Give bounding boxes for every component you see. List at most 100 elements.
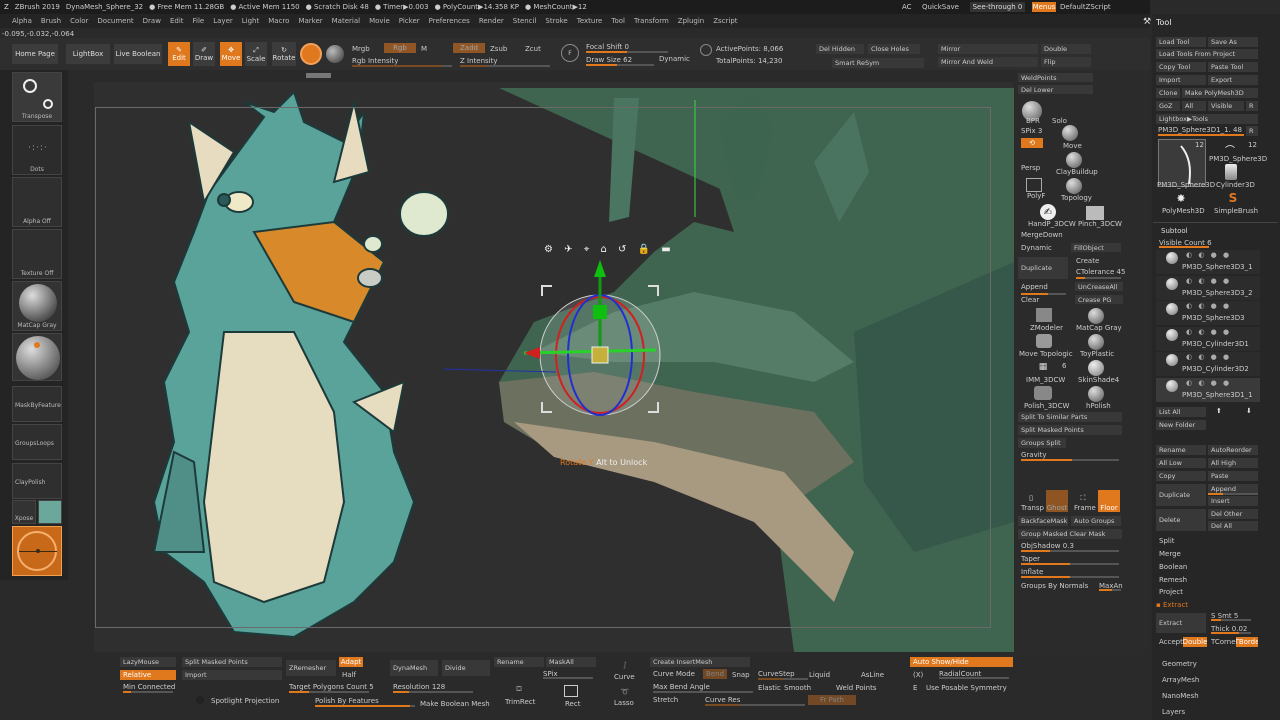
- frame-icon[interactable]: ⛶: [1074, 492, 1092, 504]
- dynamic-button[interactable]: Dynamic: [659, 55, 690, 63]
- edit-button[interactable]: ✎ Edit: [168, 42, 190, 66]
- goz-r-button[interactable]: R: [1246, 101, 1258, 111]
- lazymouse-button[interactable]: LazyMouse: [120, 657, 176, 667]
- xpose-button[interactable]: Xpose: [12, 500, 36, 524]
- menus-button[interactable]: Menus: [1032, 2, 1056, 12]
- polish-by-features-track[interactable]: [315, 705, 415, 707]
- focal-shift-icon[interactable]: F: [561, 44, 579, 62]
- extract-double-button[interactable]: Double: [1183, 637, 1207, 647]
- solo-button[interactable]: Solo: [1052, 117, 1067, 125]
- toolbar-scroll-handle[interactable]: [306, 73, 331, 78]
- menu-tool[interactable]: Tool: [611, 17, 625, 25]
- brush-sphere-icon[interactable]: [300, 43, 322, 65]
- claybuildup-icon[interactable]: [1066, 152, 1082, 168]
- m-button[interactable]: M: [421, 45, 427, 53]
- smooth-button[interactable]: Smooth: [784, 684, 811, 692]
- goz-all-button[interactable]: All: [1182, 101, 1206, 111]
- zadd-button[interactable]: Zadd: [453, 43, 485, 53]
- menu-macro[interactable]: Macro: [268, 17, 289, 25]
- gravity-track[interactable]: [1021, 459, 1119, 461]
- subtool-row[interactable]: ◐ ◐ ● ● PM3D_Sphere3D3_2: [1156, 275, 1260, 300]
- menu-preferences[interactable]: Preferences: [429, 17, 470, 25]
- menu-zplugin[interactable]: Zplugin: [678, 17, 704, 25]
- close-holes-button[interactable]: Close Holes: [868, 44, 920, 54]
- menu-zscript[interactable]: Zscript: [713, 17, 737, 25]
- curvestep-slider[interactable]: CurveStep: [758, 670, 795, 678]
- mrgb-button[interactable]: Mrgb: [352, 45, 370, 53]
- rgb-intensity-track[interactable]: [352, 65, 452, 67]
- double-button[interactable]: Double: [1041, 44, 1091, 54]
- import-bottom-button[interactable]: Import: [182, 670, 282, 680]
- matcap-gray-icon[interactable]: [1088, 308, 1104, 324]
- fillobject-button[interactable]: FillObject: [1071, 243, 1121, 252]
- uncreaseall-button[interactable]: UnCreaseAll: [1075, 282, 1123, 291]
- split-masked-points-button[interactable]: Split Masked Points: [1018, 425, 1122, 435]
- z-intensity-track[interactable]: [460, 65, 550, 67]
- clear-button[interactable]: Clear: [1021, 296, 1039, 304]
- draw-size-track[interactable]: [586, 64, 654, 66]
- e-button[interactable]: E: [913, 684, 917, 692]
- create-insertmesh-button[interactable]: Create InsertMesh: [650, 657, 750, 667]
- divide-button[interactable]: Divide: [442, 660, 490, 676]
- inflate-slider[interactable]: Inflate: [1021, 568, 1043, 576]
- arraymesh-section[interactable]: ArrayMesh: [1162, 676, 1199, 684]
- transpose-brush-slot[interactable]: Transpose: [12, 72, 62, 122]
- list-all-button[interactable]: List All: [1156, 407, 1206, 417]
- visible-count-track[interactable]: [1159, 246, 1209, 248]
- subtool-row[interactable]: ◐ ◐ ● ● PM3D_Cylinder3D1: [1156, 326, 1260, 351]
- subtool-row[interactable]: ◐ ◐ ● ● PM3D_Sphere3D3_1: [1156, 250, 1260, 274]
- move-brush-icon[interactable]: [1062, 125, 1078, 141]
- make-boolean-mesh-button[interactable]: Make Boolean Mesh: [420, 700, 490, 708]
- polish-icon[interactable]: [1034, 386, 1052, 400]
- current-tool-slider[interactable]: PM3D_Sphere3D1_1. 48: [1158, 126, 1242, 134]
- material-sphere-icon[interactable]: [326, 45, 344, 63]
- ghost-button[interactable]: Ghost: [1046, 490, 1068, 512]
- taper-track[interactable]: [1021, 563, 1119, 565]
- import-button[interactable]: Import: [1156, 75, 1206, 85]
- project-section[interactable]: Project: [1159, 588, 1183, 596]
- fr-path-button[interactable]: Fr Path: [808, 695, 856, 705]
- append-subtool-track[interactable]: [1208, 493, 1258, 495]
- quicksave-button[interactable]: QuickSave: [922, 3, 959, 11]
- max-bend-angle-slider[interactable]: Max Bend Angle: [653, 683, 710, 691]
- trimrect-button[interactable]: TrimRect: [505, 698, 535, 706]
- insert-subtool-button[interactable]: Insert: [1208, 496, 1258, 506]
- goz-button[interactable]: GoZ: [1156, 101, 1180, 111]
- geometry-section[interactable]: Geometry: [1162, 660, 1197, 668]
- subtool-row[interactable]: ◐ ◐ ● ● PM3D_Sphere3D1_1: [1156, 377, 1260, 402]
- split-similar-button[interactable]: Split To Similar Parts: [1018, 412, 1122, 422]
- menu-material[interactable]: Material: [332, 17, 360, 25]
- menu-brush[interactable]: Brush: [41, 17, 61, 25]
- hpolish-icon[interactable]: [1088, 386, 1104, 402]
- ctolerance-slider[interactable]: CTolerance 45: [1076, 268, 1125, 276]
- subtool-visibility-icon[interactable]: ◐ ◐ ● ●: [1186, 251, 1231, 259]
- min-connected-track[interactable]: [123, 691, 173, 693]
- append-track[interactable]: [1021, 293, 1066, 295]
- rgb-intensity-slider[interactable]: Rgb Intensity: [352, 57, 398, 65]
- target-polygons-track[interactable]: [289, 691, 369, 693]
- zcut-button[interactable]: Zcut: [525, 45, 541, 53]
- mirror-and-weld-button[interactable]: Mirror And Weld: [938, 57, 1038, 67]
- rgb-button[interactable]: Rgb: [384, 43, 416, 53]
- menu-render[interactable]: Render: [479, 17, 504, 25]
- taper-slider[interactable]: Taper: [1021, 555, 1040, 563]
- s-smt-track[interactable]: [1211, 619, 1251, 621]
- lasso-button[interactable]: Lasso: [614, 699, 634, 707]
- menu-stencil[interactable]: Stencil: [513, 17, 537, 25]
- thick-track[interactable]: [1211, 632, 1251, 634]
- zmodeler-icon[interactable]: [1036, 308, 1052, 322]
- x-symmetry-button[interactable]: (X): [913, 671, 923, 679]
- accept-button[interactable]: Accept: [1159, 638, 1183, 646]
- tcorner-button[interactable]: TCorne: [1211, 638, 1236, 646]
- weld-points-button[interactable]: WeldPoints: [1018, 73, 1093, 82]
- groups-split-button[interactable]: Groups Split: [1018, 438, 1066, 448]
- subtool-row[interactable]: ◐ ◐ ● ● PM3D_Cylinder3D2: [1156, 352, 1260, 376]
- persp-button[interactable]: Persp: [1021, 164, 1040, 172]
- stretch-button[interactable]: Stretch: [653, 696, 678, 704]
- liquid-button[interactable]: Liquid: [809, 671, 830, 679]
- export-button[interactable]: Export: [1208, 75, 1258, 85]
- subtool-visibility-icon[interactable]: ◐ ◐ ● ●: [1186, 379, 1231, 387]
- dynamesh-button[interactable]: DynaMesh: [390, 660, 438, 676]
- del-lower-button[interactable]: Del Lower: [1018, 85, 1093, 94]
- ctolerance-track[interactable]: [1076, 277, 1121, 279]
